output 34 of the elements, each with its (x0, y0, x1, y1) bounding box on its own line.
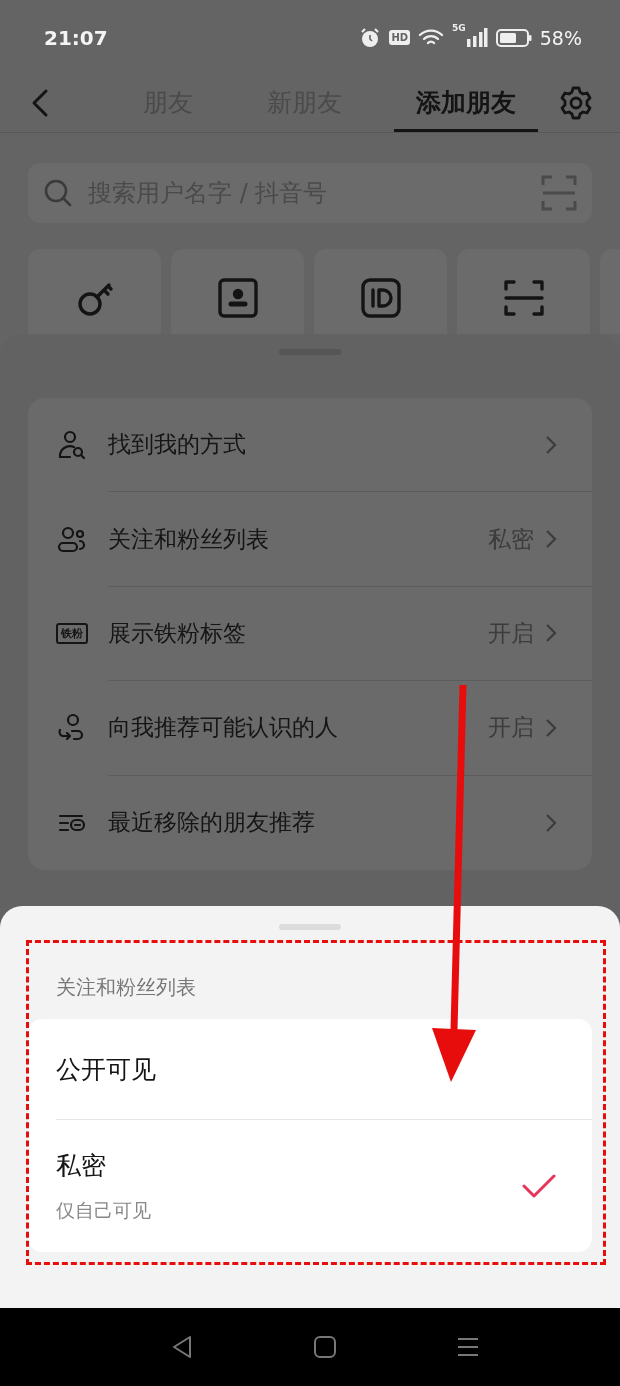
battery-percent: 58% (539, 26, 582, 49)
row-label: 找到我的方式 (108, 430, 246, 460)
network-type: 5G (452, 22, 466, 33)
quick-action-tile[interactable] (457, 249, 590, 334)
row-label: 向我推荐可能认识的人 (108, 713, 338, 743)
option-note: 仅自己可见 (56, 1197, 151, 1223)
option-label: 公开可见 (56, 1053, 156, 1086)
row-label: 关注和粉丝列表 (108, 524, 269, 554)
quick-action-tile[interactable] (171, 249, 304, 334)
check-icon (522, 1172, 556, 1200)
scan-icon (502, 277, 545, 319)
person-search-icon (56, 429, 88, 462)
settings-row[interactable]: 找到我的方式 (28, 398, 592, 493)
sheet-title: 关注和粉丝列表 (56, 974, 197, 1001)
quick-action-tile[interactable] (28, 249, 161, 334)
hd-badge: HD (389, 30, 411, 45)
option-label: 私密 (56, 1149, 107, 1182)
quick-action-tile[interactable] (314, 249, 447, 334)
signal-icon (465, 26, 488, 49)
contact-card-icon (216, 277, 259, 319)
tab[interactable]: 添加朋友 (394, 75, 538, 132)
row-label: 最近移除的朋友推荐 (108, 808, 315, 838)
privacy-option[interactable]: 私密 仅自己可见 (56, 1120, 592, 1252)
menu-icon (456, 1335, 481, 1359)
status-time: 21:07 (44, 25, 108, 50)
privacy-option[interactable]: 公开可见 (56, 1019, 592, 1119)
row-label: 展示铁粉标签 (108, 618, 246, 648)
settings-row[interactable]: 最近移除的朋友推荐 (28, 775, 592, 870)
id-card-icon (359, 277, 402, 319)
iron-fan-badge: 铁粉 (56, 623, 88, 645)
home-square-icon (313, 1335, 337, 1359)
search-icon (42, 177, 74, 209)
scan-icon (540, 174, 578, 212)
battery-icon (495, 28, 532, 47)
